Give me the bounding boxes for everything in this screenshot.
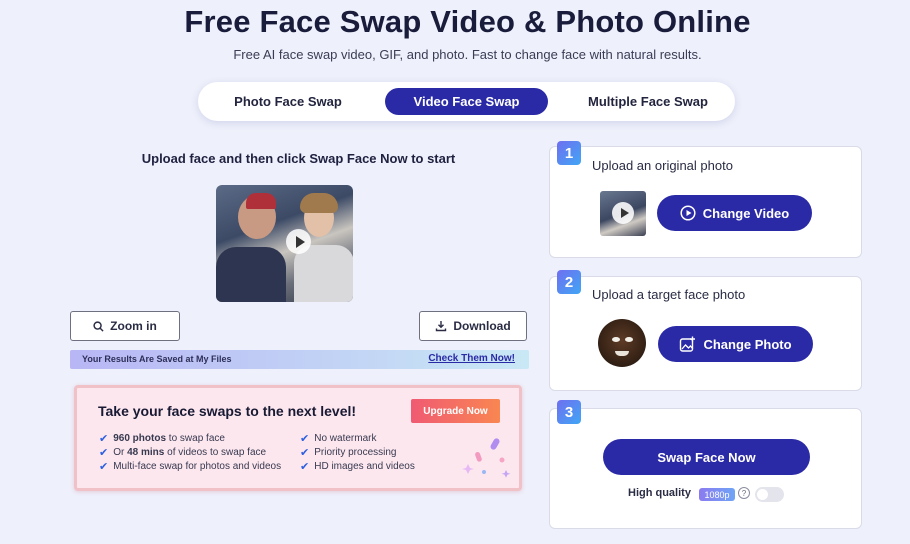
check-icon: ✔ [300,447,310,459]
face-eye [612,337,620,342]
face-eye [625,337,633,342]
feature-text: to swap face [166,433,225,444]
results-banner-text: Your Results Are Saved at My Files [82,354,232,364]
feature-text: of videos to swap face [164,447,267,458]
promo-heading: Take your face swaps to the next level! [98,403,357,419]
change-photo-button[interactable]: Change Photo [658,326,813,362]
results-banner: Your Results Are Saved at My Files Check… [70,350,529,369]
check-icon: ✔ [99,447,109,459]
change-video-button[interactable]: Change Video [657,195,812,231]
tab-multiple-face-swap[interactable]: Multiple Face Swap [568,88,728,115]
feature-item: ✔ 960 photos to swap face [99,432,225,445]
step-3-number: 3 [557,400,581,424]
check-icon: ✔ [300,461,310,473]
confetti-icon [462,438,511,478]
swap-face-now-button[interactable]: Swap Face Now [603,439,810,475]
check-icon: ✔ [300,433,310,445]
target-face-thumbnail [598,319,646,367]
change-video-label: Change Video [702,205,790,221]
video-cap [246,193,276,209]
change-photo-label: Change Photo [703,336,792,352]
toggle-knob [757,489,768,500]
download-icon [436,321,447,332]
step-1-label: Upload an original photo [592,158,733,173]
video-figure-right [294,245,353,302]
feature-bold: 48 mins [127,447,165,458]
download-button[interactable]: Download [419,311,527,341]
original-video-thumbnail [600,191,646,236]
feature-bold: 960 photos [113,433,167,444]
high-quality-toggle[interactable] [755,487,784,502]
tab-video-face-swap[interactable]: Video Face Swap [385,88,548,115]
feature-item: ✔ No watermark [300,432,376,445]
feature-text: No watermark [314,433,377,444]
video-hair [300,193,338,213]
step-2-label: Upload a target face photo [592,287,746,302]
play-circle-icon [680,205,696,221]
feature-item: ✔ Multi-face swap for photos and videos [99,460,281,473]
upgrade-promo: Take your face swaps to the next level! … [74,385,522,491]
upgrade-now-button[interactable]: Upgrade Now [411,399,500,423]
step-2-number: 2 [557,270,581,294]
page-title: Free Face Swap Video & Photo Online [184,4,751,39]
feature-item: ✔ Or 48 mins of videos to swap face [99,446,266,459]
zoom-in-label: Zoom in [110,319,157,333]
face-mouth [615,351,629,356]
mode-tabs: Photo Face Swap Video Face Swap Multiple… [198,82,735,121]
feature-prefix: Or [113,447,128,458]
feature-text: HD images and videos [314,461,415,472]
tab-photo-face-swap[interactable]: Photo Face Swap [208,88,368,115]
upload-instruction: Upload face and then click Swap Face Now… [141,151,456,166]
high-quality-label: High quality [628,487,691,499]
video-preview[interactable] [216,185,353,302]
check-them-now-link[interactable]: Check Them Now! [428,353,515,364]
resolution-badge: 1080p [699,488,735,501]
image-plus-icon [680,336,696,352]
video-figure-left [216,247,286,302]
check-icon: ✔ [99,461,109,473]
play-icon[interactable] [286,229,311,254]
step-1-number: 1 [557,141,581,165]
feature-text: Multi-face swap for photos and videos [113,461,282,472]
page-subtitle: Free AI face swap video, GIF, and photo.… [233,47,702,62]
zoom-in-button[interactable]: Zoom in [70,311,180,341]
feature-item: ✔ HD images and videos [300,460,415,473]
download-label: Download [453,319,511,333]
help-icon[interactable]: ? [738,487,750,499]
search-icon [93,320,104,332]
feature-text: Priority processing [314,447,397,458]
check-icon: ✔ [99,433,109,445]
play-icon [612,202,634,224]
feature-item: ✔ Priority processing [300,446,396,459]
